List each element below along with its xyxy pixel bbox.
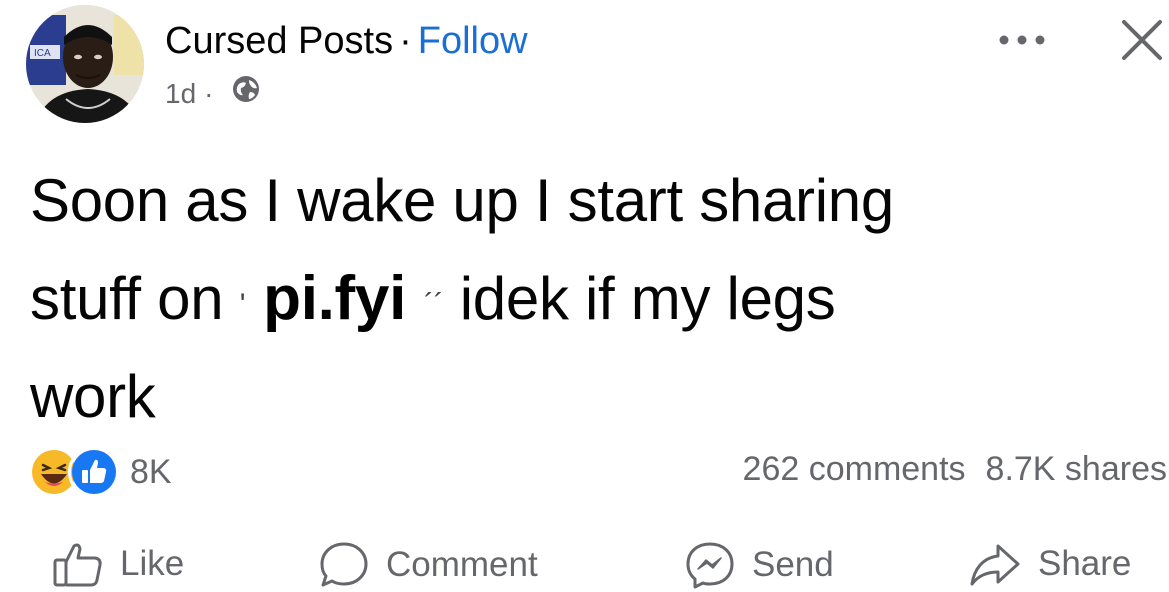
send-button[interactable]: Send (684, 540, 834, 590)
stray-mark-1: ' (239, 288, 246, 321)
comments-count[interactable]: 262 comments (743, 450, 966, 488)
send-label: Send (752, 545, 834, 584)
comment-bubble-icon (320, 542, 368, 587)
share-label: Share (1038, 544, 1132, 583)
watermark-text: pi.fyi (263, 264, 407, 333)
follow-button[interactable]: Follow (418, 20, 528, 62)
reaction-summary[interactable]: 8K (28, 446, 172, 498)
avatar-photo: ICA (26, 5, 144, 123)
share-button[interactable]: Share (968, 540, 1131, 588)
reaction-count: 8K (130, 452, 172, 491)
like-icon (68, 446, 120, 498)
reaction-icons (28, 446, 120, 498)
more-icon[interactable] (996, 22, 1048, 58)
globe-icon[interactable] (231, 74, 261, 113)
post-text-line-1: Soon as I wake up I start sharing (30, 167, 894, 234)
post-text: Soon as I wake up I start sharing stuff … (30, 152, 1160, 446)
stray-mark-2: ´´ (424, 288, 444, 321)
author-separator: · (399, 20, 412, 62)
post-text-line-2: stuff on ' pi.fyi ´´ idek if my legs (30, 250, 1160, 348)
thumbs-up-icon (53, 543, 102, 587)
post-text-line-2-start: stuff on (30, 265, 224, 332)
author-name[interactable]: Cursed Posts (165, 20, 393, 62)
share-arrow-icon (970, 544, 1020, 586)
shares-count[interactable]: 8.7K shares (986, 450, 1167, 488)
meta-separator: · (204, 77, 214, 109)
post-text-line-2-end: idek if my legs (459, 265, 836, 332)
messenger-icon (686, 542, 734, 589)
engagement-counts: 262 comments 8.7K shares (743, 446, 1167, 492)
like-button[interactable]: Like (52, 540, 184, 588)
author-avatar[interactable]: ICA (26, 5, 144, 123)
like-label: Like (120, 544, 185, 583)
post-author-line: Cursed Posts · Follow (165, 18, 528, 64)
comment-button[interactable]: Comment (318, 540, 538, 590)
post-time[interactable]: 1d (165, 76, 196, 112)
avatar-sign-text: ICA (34, 48, 51, 59)
post-meta: 1d · (165, 74, 261, 113)
close-icon[interactable] (1118, 16, 1166, 64)
comment-label: Comment (386, 545, 538, 584)
post-text-line-3: work (30, 363, 156, 430)
